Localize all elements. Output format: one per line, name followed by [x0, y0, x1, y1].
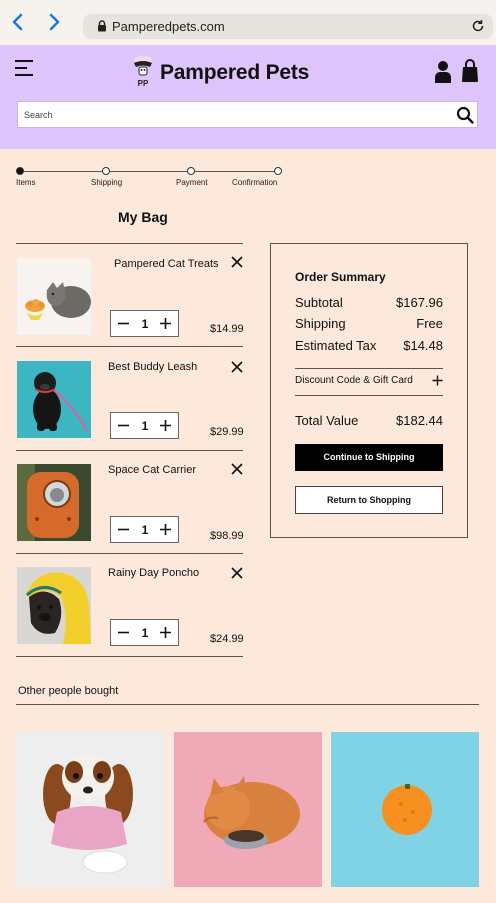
minus-icon[interactable] — [117, 626, 130, 639]
quantity-value[interactable]: 1 — [138, 419, 152, 433]
quantity-value[interactable]: 1 — [138, 317, 152, 331]
reload-icon[interactable] — [471, 19, 485, 33]
quantity-value[interactable]: 1 — [138, 523, 152, 537]
step-label-confirmation[interactable]: Confirmation — [232, 178, 277, 187]
step-dot-shipping — [102, 167, 110, 175]
discount-code-toggle[interactable]: Discount Code & Gift Card — [295, 375, 443, 386]
plus-icon[interactable] — [159, 523, 172, 536]
discount-label: Discount Code & Gift Card — [295, 375, 413, 386]
summary-title: Order Summary — [295, 270, 386, 284]
item-name[interactable]: Best Buddy Leash — [108, 361, 197, 373]
plus-icon[interactable] — [159, 626, 172, 639]
plus-icon[interactable] — [159, 317, 172, 330]
close-icon[interactable] — [231, 463, 243, 475]
product-image-cat-carrier[interactable] — [17, 464, 91, 541]
step-label-shipping[interactable]: Shipping — [91, 178, 122, 187]
progress-line — [20, 171, 278, 172]
quantity-value[interactable]: 1 — [138, 626, 152, 640]
back-icon[interactable] — [10, 12, 26, 32]
hamburger-menu-icon[interactable] — [15, 60, 35, 78]
quantity-stepper: 1 — [110, 516, 179, 543]
item-price: $98.99 — [210, 530, 244, 542]
item-name[interactable]: Rainy Day Poncho — [108, 567, 199, 579]
cart-item: Pampered Cat Treats 1 $14.99 — [16, 243, 244, 347]
step-label-items[interactable]: Items — [16, 178, 36, 187]
brand-name[interactable]: Pampered Pets — [160, 61, 309, 85]
product-image-poncho[interactable] — [17, 567, 91, 644]
item-name[interactable]: Space Cat Carrier — [108, 464, 196, 476]
step-dot-items — [16, 167, 24, 175]
quantity-stepper: 1 — [110, 412, 179, 439]
return-to-shopping-button[interactable]: Return to Shopping — [295, 486, 443, 514]
shipping-value: Free — [416, 316, 443, 331]
shopping-bag-icon[interactable] — [461, 59, 479, 83]
search-input[interactable] — [24, 107, 444, 123]
lock-icon — [98, 20, 106, 32]
forward-icon[interactable] — [46, 12, 62, 32]
step-dot-confirmation — [274, 167, 282, 175]
total-label: Total Value — [295, 413, 359, 428]
section-title: Other people bought — [18, 685, 119, 697]
browser-chrome: Pamperedpets.com — [0, 0, 496, 45]
product-image-leash[interactable] — [17, 361, 91, 438]
recommended-product-image[interactable] — [331, 732, 479, 887]
tax-value: $14.48 — [403, 338, 443, 353]
minus-icon[interactable] — [117, 419, 130, 432]
search-icon[interactable] — [456, 106, 474, 124]
user-icon[interactable] — [434, 60, 452, 84]
item-name[interactable]: Pampered Cat Treats — [114, 258, 219, 270]
item-price: $24.99 — [210, 633, 244, 645]
product-image-cat-treats[interactable] — [17, 258, 91, 335]
order-summary: Order Summary Subtotal $167.96 Shipping … — [270, 243, 468, 538]
total-value: $182.44 — [396, 413, 443, 428]
tax-label: Estimated Tax — [295, 338, 377, 353]
item-price: $29.99 — [210, 426, 244, 438]
subtotal-label: Subtotal — [295, 295, 343, 310]
step-label-payment[interactable]: Payment — [176, 178, 208, 187]
site-header: PP Pampered Pets — [0, 45, 496, 149]
address-bar[interactable]: Pamperedpets.com — [83, 14, 493, 39]
checkout-progress: Items Shipping Payment Confirmation — [16, 166, 282, 190]
close-icon[interactable] — [231, 567, 243, 579]
close-icon[interactable] — [231, 361, 243, 373]
divider — [16, 656, 243, 657]
quantity-stepper: 1 — [110, 310, 179, 337]
plus-icon[interactable] — [432, 375, 443, 386]
minus-icon[interactable] — [117, 317, 130, 330]
minus-icon[interactable] — [117, 523, 130, 536]
recommended-product-image[interactable] — [174, 732, 322, 887]
url-text: Pamperedpets.com — [112, 19, 225, 34]
divider — [295, 395, 443, 396]
search-bar — [17, 101, 478, 128]
cart-item: Best Buddy Leash 1 $29.99 — [16, 346, 244, 450]
recommended-product-image[interactable] — [17, 732, 165, 887]
divider — [16, 704, 479, 705]
close-icon[interactable] — [231, 256, 243, 268]
cart-item: Rainy Day Poncho 1 $24.99 — [16, 553, 244, 657]
subtotal-value: $167.96 — [396, 295, 443, 310]
shipping-label: Shipping — [295, 316, 346, 331]
item-price: $14.99 — [210, 323, 244, 335]
svg-text:PP: PP — [138, 79, 149, 88]
continue-to-shipping-button[interactable]: Continue to Shipping — [295, 444, 443, 471]
step-dot-payment — [187, 167, 195, 175]
bag-title: My Bag — [118, 209, 168, 225]
cart-item: Space Cat Carrier 1 $98.99 — [16, 450, 244, 554]
plus-icon[interactable] — [159, 419, 172, 432]
divider — [295, 368, 443, 369]
logo-icon: PP — [134, 56, 152, 88]
quantity-stepper: 1 — [110, 619, 179, 646]
